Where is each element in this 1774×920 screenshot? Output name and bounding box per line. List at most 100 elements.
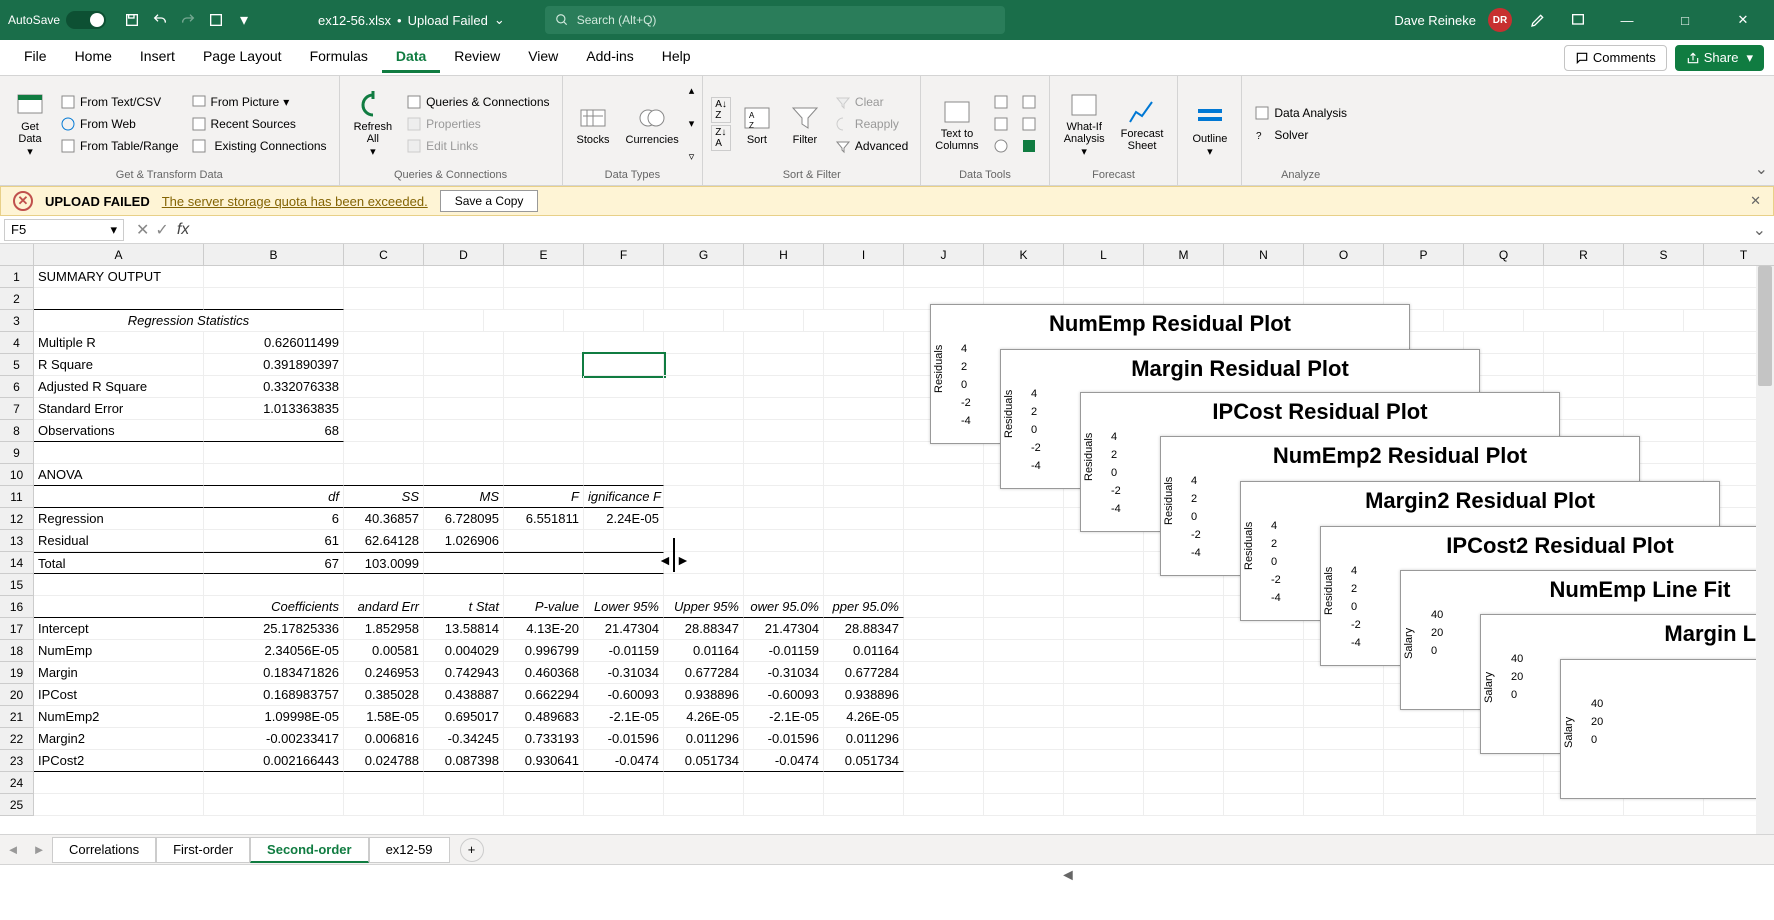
cell-E13[interactable] bbox=[504, 530, 584, 552]
toggle-switch[interactable] bbox=[66, 11, 106, 29]
tab-formulas[interactable]: Formulas bbox=[296, 42, 382, 73]
cell-K23[interactable] bbox=[984, 750, 1064, 772]
cell-A18[interactable]: NumEmp bbox=[34, 640, 204, 662]
cell-J14[interactable] bbox=[904, 552, 984, 574]
cell-K13[interactable] bbox=[984, 530, 1064, 552]
cell-F1[interactable] bbox=[584, 266, 664, 288]
cell-I18[interactable]: 0.01164 bbox=[824, 640, 904, 662]
row-header-18[interactable]: 18 bbox=[0, 640, 34, 662]
search-box[interactable] bbox=[545, 6, 1005, 34]
sheet-nav-next[interactable]: ► bbox=[26, 842, 52, 857]
cell-D17[interactable]: 13.58814 bbox=[424, 618, 504, 640]
qat-icon[interactable] bbox=[202, 6, 230, 34]
cell-L16[interactable] bbox=[1064, 596, 1144, 618]
queries-conn-button[interactable]: Queries & Connections bbox=[402, 92, 553, 112]
cell-F21[interactable]: -2.1E-05 bbox=[584, 706, 664, 728]
row-header-11[interactable]: 11 bbox=[0, 486, 34, 508]
cell-N18[interactable] bbox=[1224, 640, 1304, 662]
row-header-19[interactable]: 19 bbox=[0, 662, 34, 684]
cell-F19[interactable]: -0.31034 bbox=[584, 662, 664, 684]
cell-H8[interactable] bbox=[744, 420, 824, 442]
save-copy-button[interactable]: Save a Copy bbox=[440, 190, 539, 212]
cell-D23[interactable]: 0.087398 bbox=[424, 750, 504, 772]
row-header-12[interactable]: 12 bbox=[0, 508, 34, 530]
cell-C14[interactable]: 103.0099 bbox=[344, 552, 424, 574]
cell-R5[interactable] bbox=[1544, 354, 1624, 376]
cell-B5[interactable]: 0.391890397 bbox=[204, 354, 344, 376]
cell-M17[interactable] bbox=[1144, 618, 1224, 640]
cell-H22[interactable]: -0.01596 bbox=[744, 728, 824, 750]
cell-O25[interactable] bbox=[1304, 794, 1384, 816]
column-headers[interactable]: ABCDEFGHIJKLMNOPQRST bbox=[34, 244, 1774, 266]
cell-D4[interactable] bbox=[424, 332, 504, 354]
row-header-8[interactable]: 8 bbox=[0, 420, 34, 442]
row-header-10[interactable]: 10 bbox=[0, 464, 34, 486]
cell-A10[interactable]: ANOVA bbox=[34, 464, 204, 486]
cell-F16[interactable]: Lower 95% bbox=[584, 596, 664, 618]
row-header-9[interactable]: 9 bbox=[0, 442, 34, 464]
cell-F3[interactable] bbox=[724, 310, 804, 332]
cell-L22[interactable] bbox=[1064, 728, 1144, 750]
cell-Q1[interactable] bbox=[1464, 266, 1544, 288]
cell-K22[interactable] bbox=[984, 728, 1064, 750]
cell-E16[interactable]: P-value bbox=[504, 596, 584, 618]
cell-B23[interactable]: 0.002166443 bbox=[204, 750, 344, 772]
data-analysis-button[interactable]: Data Analysis bbox=[1250, 103, 1351, 123]
cell-A17[interactable]: Intercept bbox=[34, 618, 204, 640]
cell-D5[interactable] bbox=[424, 354, 504, 376]
cell-C23[interactable]: 0.024788 bbox=[344, 750, 424, 772]
cell-H13[interactable] bbox=[744, 530, 824, 552]
cell-B18[interactable]: 2.34056E-05 bbox=[204, 640, 344, 662]
sheet-tab-correlations[interactable]: Correlations bbox=[52, 837, 156, 863]
cell-A7[interactable]: Standard Error bbox=[34, 398, 204, 420]
cell-G11[interactable] bbox=[664, 486, 744, 508]
cell-L25[interactable] bbox=[1064, 794, 1144, 816]
cell-F2[interactable] bbox=[584, 288, 664, 310]
cell-D11[interactable]: MS bbox=[424, 486, 504, 508]
cell-B16[interactable]: Coefficients bbox=[204, 596, 344, 618]
cell-L19[interactable] bbox=[1064, 662, 1144, 684]
cell-F13[interactable] bbox=[584, 530, 664, 552]
cell-I10[interactable] bbox=[824, 464, 904, 486]
cell-N24[interactable] bbox=[1224, 772, 1304, 794]
maximize-button[interactable]: □ bbox=[1662, 0, 1708, 40]
cell-N19[interactable] bbox=[1224, 662, 1304, 684]
autosave-toggle[interactable]: AutoSave bbox=[8, 11, 106, 29]
row-header-16[interactable]: 16 bbox=[0, 596, 34, 618]
from-table-button[interactable]: From Table/Range bbox=[56, 136, 183, 156]
col-header-R[interactable]: R bbox=[1544, 244, 1624, 266]
cell-H20[interactable]: -0.60093 bbox=[744, 684, 824, 706]
cell-I6[interactable] bbox=[824, 376, 904, 398]
cell-C25[interactable] bbox=[344, 794, 424, 816]
cell-F8[interactable] bbox=[584, 420, 664, 442]
existing-conn-button[interactable]: Existing Connections bbox=[187, 136, 331, 156]
cell-K15[interactable] bbox=[984, 574, 1064, 596]
cell-F4[interactable] bbox=[584, 332, 664, 354]
col-header-P[interactable]: P bbox=[1384, 244, 1464, 266]
cell-A25[interactable] bbox=[34, 794, 204, 816]
from-textcsv-button[interactable]: From Text/CSV bbox=[56, 92, 183, 112]
cell-D7[interactable] bbox=[424, 398, 504, 420]
chevron-down-icon[interactable]: ▾ bbox=[689, 117, 695, 130]
cell-L17[interactable] bbox=[1064, 618, 1144, 640]
share-button[interactable]: Share▾ bbox=[1675, 45, 1764, 71]
cell-H18[interactable]: -0.01159 bbox=[744, 640, 824, 662]
filter-button[interactable]: Filter bbox=[783, 80, 827, 167]
chevron-down-icon[interactable]: ▾ bbox=[110, 222, 117, 238]
cell-P3[interactable] bbox=[1524, 310, 1604, 332]
cell-N17[interactable] bbox=[1224, 618, 1304, 640]
cell-D22[interactable]: -0.34245 bbox=[424, 728, 504, 750]
sort-button[interactable]: AZSort bbox=[735, 80, 779, 167]
cell-G17[interactable]: 28.88347 bbox=[664, 618, 744, 640]
row-header-21[interactable]: 21 bbox=[0, 706, 34, 728]
cell-H14[interactable] bbox=[744, 552, 824, 574]
cell-J22[interactable] bbox=[904, 728, 984, 750]
cell-R2[interactable] bbox=[1544, 288, 1624, 310]
cell-A15[interactable] bbox=[34, 574, 204, 596]
sheet-nav-prev[interactable]: ◄ bbox=[0, 842, 26, 857]
cell-B22[interactable]: -0.00233417 bbox=[204, 728, 344, 750]
cell-C19[interactable]: 0.246953 bbox=[344, 662, 424, 684]
row-header-6[interactable]: 6 bbox=[0, 376, 34, 398]
undo-icon[interactable] bbox=[146, 6, 174, 34]
col-header-L[interactable]: L bbox=[1064, 244, 1144, 266]
